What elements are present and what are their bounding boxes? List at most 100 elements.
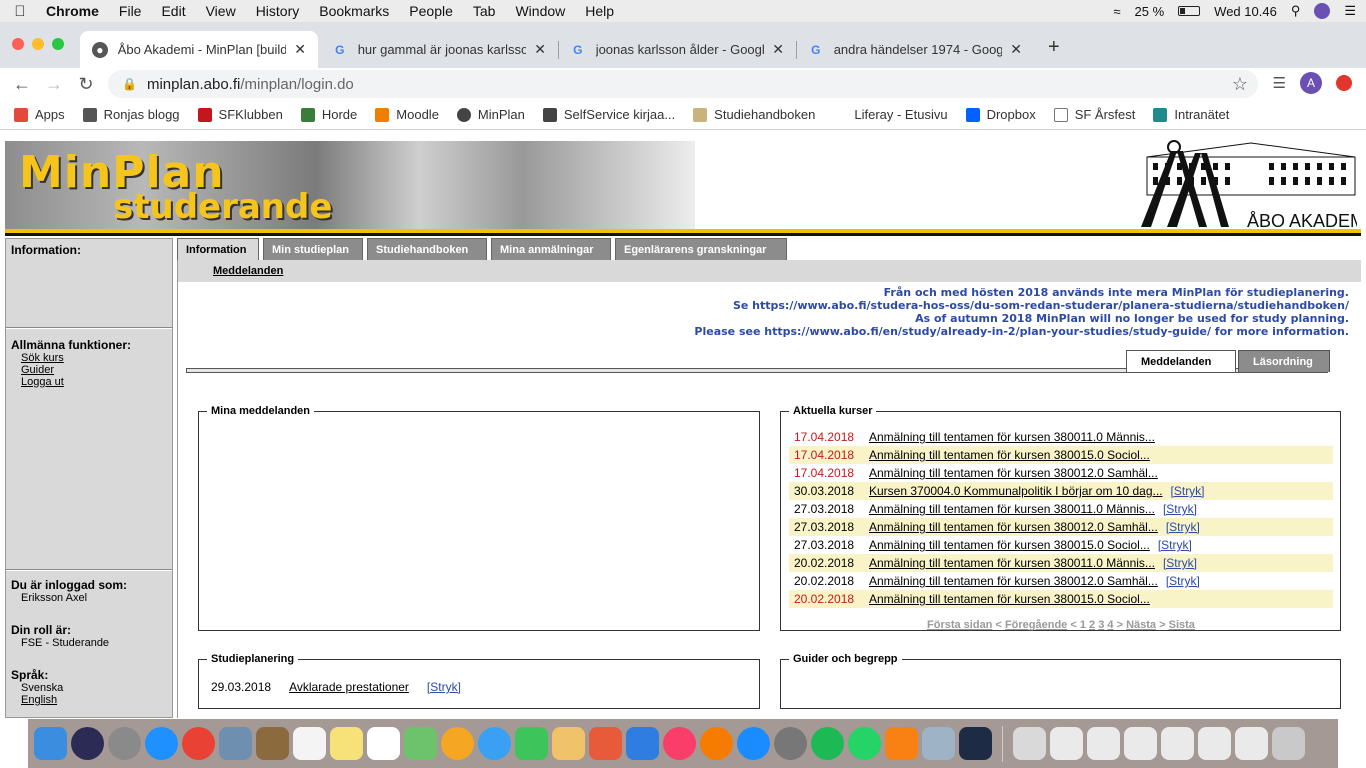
tab-lasordning[interactable]: Läsordning xyxy=(1238,350,1330,372)
bookmark-selfservice[interactable]: SelfService kirjaa... xyxy=(542,107,675,122)
minimize-window-icon[interactable] xyxy=(32,38,44,50)
reminders-icon[interactable] xyxy=(367,727,400,760)
menu-view[interactable]: View xyxy=(196,3,246,19)
sok-kurs-link[interactable]: Sök kurs xyxy=(21,352,64,364)
contacts-icon[interactable] xyxy=(256,727,289,760)
maps-icon[interactable] xyxy=(404,727,437,760)
tab-meddelanden[interactable]: Meddelanden xyxy=(1126,350,1236,372)
siri-icon[interactable] xyxy=(1314,3,1331,19)
wifi-icon[interactable]: ≈ xyxy=(1113,4,1120,19)
guider-link[interactable]: Guider xyxy=(21,364,54,376)
pager-first[interactable]: Första sidan xyxy=(927,619,992,631)
stryk-link[interactable]: [Stryk] xyxy=(1163,556,1197,570)
bookmark-studiehandboken[interactable]: Studiehandboken xyxy=(693,107,815,122)
trash-icon[interactable] xyxy=(1272,727,1305,760)
bookmark-dropbox[interactable]: Dropbox xyxy=(965,107,1036,122)
siri-icon[interactable] xyxy=(71,727,104,760)
image-capture-icon[interactable] xyxy=(922,727,955,760)
finder-icon[interactable] xyxy=(34,727,67,760)
system-preferences-icon[interactable] xyxy=(774,727,807,760)
menu-people[interactable]: People xyxy=(399,3,463,19)
course-link[interactable]: Kursen 370004.0 Kommunalpolitik I börjar… xyxy=(869,484,1163,498)
course-link[interactable]: Anmälning till tentamen för kursen 38001… xyxy=(869,592,1150,606)
pager-page-3[interactable]: 3 xyxy=(1098,619,1104,631)
course-link[interactable]: Anmälning till tentamen för kursen 38001… xyxy=(869,502,1155,516)
atom-icon[interactable] xyxy=(959,727,992,760)
reading-list-icon[interactable]: ☰ xyxy=(1273,74,1286,92)
facetime-icon[interactable] xyxy=(515,727,548,760)
launchpad-icon[interactable] xyxy=(108,727,141,760)
menu-tab[interactable]: Tab xyxy=(463,3,506,19)
minimized-window-icon[interactable] xyxy=(1235,727,1268,760)
browser-tab-3[interactable]: G joonas karlsson ålder - Google ✕ xyxy=(558,31,796,68)
lock-icon[interactable]: 🔒 xyxy=(122,77,137,91)
bookmark-sfklubben[interactable]: SFKlubben xyxy=(197,107,283,122)
stryk-link[interactable]: [Stryk] xyxy=(1171,484,1205,498)
minimized-window-icon[interactable] xyxy=(1161,727,1194,760)
spotify-icon[interactable] xyxy=(811,727,844,760)
safari-icon[interactable] xyxy=(145,727,178,760)
moodle-dock-icon[interactable] xyxy=(885,727,918,760)
stryk-link[interactable]: [Stryk] xyxy=(1158,538,1192,552)
chrome-icon[interactable] xyxy=(182,727,215,760)
language-english-link[interactable]: English xyxy=(21,694,57,706)
menu-app-name[interactable]: Chrome xyxy=(40,3,109,19)
tab-information[interactable]: Information xyxy=(177,238,259,260)
tab-mina-anmalningar[interactable]: Mina anmälningar xyxy=(491,238,611,260)
apple-icon[interactable]:  xyxy=(0,3,40,20)
browser-tab-2[interactable]: G hur gammal är joonas karlsson ✕ xyxy=(320,31,558,68)
notes-icon[interactable] xyxy=(330,727,363,760)
pages-icon[interactable] xyxy=(552,727,585,760)
menu-file[interactable]: File xyxy=(109,3,152,19)
course-link[interactable]: Anmälning till tentamen för kursen 38001… xyxy=(869,520,1158,534)
course-link[interactable]: Anmälning till tentamen för kursen 38001… xyxy=(869,466,1158,480)
close-tab-icon[interactable]: ✕ xyxy=(1010,41,1022,58)
pager-page-4[interactable]: 4 xyxy=(1107,619,1113,631)
minimized-window-icon[interactable] xyxy=(1198,727,1231,760)
close-tab-icon[interactable]: ✕ xyxy=(534,41,546,58)
profile-avatar[interactable]: A xyxy=(1300,72,1322,94)
preview-icon[interactable] xyxy=(219,727,252,760)
menu-edit[interactable]: Edit xyxy=(151,3,195,19)
back-icon[interactable]: ← xyxy=(6,74,38,95)
bookmark-minplan[interactable]: MinPlan xyxy=(456,107,525,122)
pager-last[interactable]: Sista xyxy=(1169,619,1195,631)
minimized-window-icon[interactable] xyxy=(1013,727,1046,760)
music-icon[interactable] xyxy=(663,727,696,760)
clock[interactable]: Wed 10.46 xyxy=(1214,4,1277,19)
app-store-icon[interactable] xyxy=(737,727,770,760)
menu-bookmarks[interactable]: Bookmarks xyxy=(309,3,399,19)
reload-icon[interactable]: ↻ xyxy=(70,74,102,95)
bookmark-intranatet[interactable]: Intranätet xyxy=(1153,107,1229,122)
forward-icon[interactable]: → xyxy=(38,74,70,95)
minimized-window-icon[interactable] xyxy=(1087,727,1120,760)
close-tab-icon[interactable]: ✕ xyxy=(772,41,784,58)
pager-next[interactable]: Nästa xyxy=(1126,619,1156,631)
notification-center-icon[interactable]: ☰ xyxy=(1344,3,1356,19)
whatsapp-icon[interactable] xyxy=(848,727,881,760)
tab-studiehandboken[interactable]: Studiehandboken xyxy=(367,238,487,260)
stryk-link[interactable]: [Stryk] xyxy=(427,680,461,694)
tab-min-studieplan[interactable]: Min studieplan xyxy=(263,238,363,260)
meddelanden-subnav-link[interactable]: Meddelanden xyxy=(213,265,283,277)
calendar-icon[interactable] xyxy=(293,727,326,760)
spotlight-icon[interactable]: ⚲ xyxy=(1291,3,1301,19)
extension-icon[interactable] xyxy=(1336,75,1352,91)
bookmark-liferay[interactable]: Liferay - Etusivu xyxy=(833,107,948,122)
books-icon[interactable] xyxy=(700,727,733,760)
course-link[interactable]: Anmälning till tentamen för kursen 38001… xyxy=(869,430,1155,444)
menu-help[interactable]: Help xyxy=(575,3,624,19)
battery-icon[interactable] xyxy=(1178,6,1201,16)
minimized-window-icon[interactable] xyxy=(1050,727,1083,760)
course-link[interactable]: Anmälning till tentamen för kursen 38001… xyxy=(869,448,1150,462)
close-tab-icon[interactable]: ✕ xyxy=(294,41,306,58)
bookmark-apps[interactable]: Apps xyxy=(14,107,65,122)
course-link[interactable]: Anmälning till tentamen för kursen 38001… xyxy=(869,556,1155,570)
course-link[interactable]: Anmälning till tentamen för kursen 38001… xyxy=(869,574,1158,588)
menu-history[interactable]: History xyxy=(246,3,310,19)
bookmark-ronjas-blogg[interactable]: Ronjas blogg xyxy=(82,107,180,122)
address-bar[interactable]: 🔒 minplan.abo.fi/minplan/login.do ☆ xyxy=(108,70,1258,98)
stryk-link[interactable]: [Stryk] xyxy=(1166,520,1200,534)
messages-icon[interactable] xyxy=(478,727,511,760)
tab-egenlararens-granskningar[interactable]: Egenlärarens granskningar xyxy=(615,238,787,260)
